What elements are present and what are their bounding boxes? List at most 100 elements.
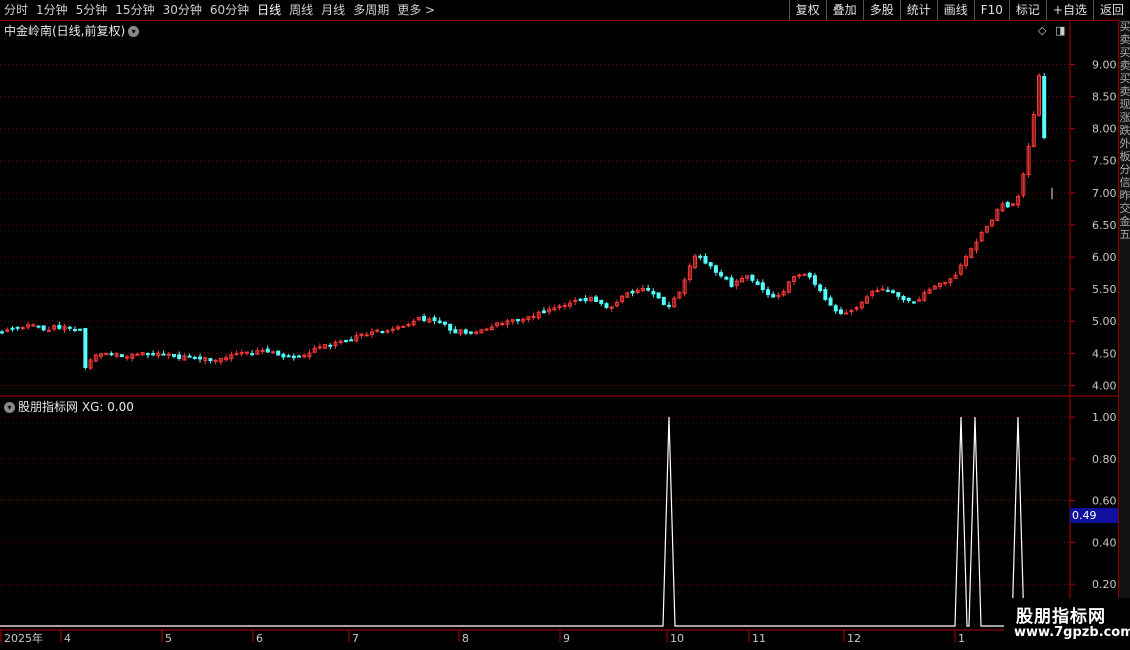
- cursor-value-badge: 0.49: [1070, 508, 1118, 523]
- candle-body: [812, 275, 817, 285]
- candle-body: [401, 325, 406, 328]
- candle-body: [291, 355, 296, 359]
- panel-toggle-icon[interactable]: ◨: [1055, 24, 1065, 37]
- price-tick-label: 6.50: [1092, 219, 1117, 232]
- indicator-name: 股朋指标网: [18, 400, 79, 414]
- candle-body: [901, 295, 906, 301]
- side-panel-char: 交: [1119, 202, 1130, 215]
- candle-body: [760, 282, 765, 291]
- candle-body: [177, 354, 182, 359]
- candle-body: [244, 351, 249, 354]
- candle-body: [828, 297, 833, 306]
- diamond-icon[interactable]: ◇: [1038, 24, 1046, 37]
- candle-body: [119, 354, 124, 358]
- candle-body: [1042, 76, 1047, 139]
- candle-body: [1005, 202, 1010, 208]
- candle-body: [849, 310, 854, 313]
- side-panel-tab[interactable]: 买卖买卖买卖现涨跌外板分信昨交金五: [1118, 20, 1130, 650]
- candle-body: [703, 256, 708, 264]
- candle-body: [755, 281, 760, 285]
- candle-body: [818, 284, 823, 292]
- side-panel-char: 现: [1119, 98, 1130, 111]
- watermark-title: 股朋指标网: [1016, 607, 1106, 627]
- candle-body: [375, 329, 380, 332]
- indicator-tick-label: 0.20: [1092, 578, 1117, 591]
- candle-body: [31, 324, 36, 327]
- candle-body: [766, 289, 771, 296]
- candle-body: [713, 265, 718, 273]
- candle-body: [0, 331, 4, 334]
- candle-body: [599, 299, 604, 304]
- xg-indicator-line: [0, 416, 1070, 627]
- side-panel-char: 买: [1119, 20, 1130, 33]
- price-tick-label: 7.00: [1092, 187, 1117, 200]
- candle-body: [72, 328, 77, 331]
- price-tick-label: 5.50: [1092, 283, 1117, 296]
- watermark-url: www.7gpzb.com: [1014, 625, 1130, 640]
- candle-body: [41, 325, 46, 331]
- candle-body: [823, 289, 828, 300]
- candle-body: [57, 324, 62, 329]
- candle-body: [260, 349, 265, 352]
- date-tick-label: 8: [462, 632, 469, 645]
- candle-body: [656, 292, 661, 299]
- candle-body: [729, 277, 734, 287]
- candle-body: [437, 320, 442, 324]
- candle-body: [432, 317, 437, 322]
- kline-chart[interactable]: 9.00 8.50 8.00 7.50 7.00 6.50 6.00 5.50 5.00 4.50…: [0, 0, 1118, 650]
- candle-body: [187, 355, 192, 358]
- candle-body: [833, 305, 838, 312]
- candle-body: [234, 353, 239, 356]
- side-panel-char: 涨: [1119, 111, 1130, 124]
- price-tick-label: 8.00: [1092, 123, 1117, 136]
- candle-body: [171, 354, 176, 357]
- candle-body: [583, 297, 588, 302]
- candle-body: [468, 331, 473, 334]
- candle-body: [135, 353, 140, 356]
- indicator-value: XG: 0.00: [81, 400, 134, 414]
- candle-body: [802, 273, 807, 276]
- price-tick-label: 7.50: [1092, 155, 1117, 168]
- candle-body: [484, 328, 489, 331]
- candle-body: [109, 353, 114, 356]
- chevron-down-icon[interactable]: ▾: [4, 402, 15, 413]
- candle-body: [515, 318, 520, 322]
- candle-body: [630, 290, 635, 294]
- candle-body: [192, 357, 197, 360]
- candle-body: [198, 356, 203, 360]
- candle-body: [880, 288, 885, 291]
- date-tick-label: 7: [352, 632, 359, 645]
- side-panel-char: 卖: [1119, 59, 1130, 72]
- candle-body: [145, 353, 150, 356]
- candle-body: [343, 339, 348, 342]
- candle-body: [453, 329, 458, 334]
- chevron-down-icon[interactable]: ▾: [128, 26, 140, 37]
- candle-body: [838, 309, 843, 314]
- candle-body: [448, 323, 453, 331]
- side-panel-char: 分: [1119, 163, 1130, 176]
- indicator-tick-label: 0.40: [1092, 536, 1117, 549]
- date-tick-label: 11: [752, 632, 766, 645]
- stock-title: 中金岭南(日线,前复权): [4, 24, 126, 38]
- side-panel-char: 卖: [1119, 33, 1130, 46]
- side-panel-char: 买: [1119, 46, 1130, 59]
- candle-body: [213, 359, 218, 362]
- date-tick-label: 6: [256, 632, 263, 645]
- price-tick-label: 6.00: [1092, 251, 1117, 264]
- candle-body: [46, 329, 51, 332]
- candle-body: [442, 321, 447, 325]
- candle-body: [270, 351, 275, 354]
- candle-body: [422, 315, 427, 321]
- date-tick-label: 10: [670, 632, 684, 645]
- candle-body: [891, 290, 896, 294]
- candle-body: [906, 297, 911, 301]
- candle-body: [328, 344, 333, 347]
- candle-body: [896, 292, 901, 297]
- candle-body: [208, 358, 213, 362]
- candle-body: [10, 327, 15, 330]
- candle-body: [578, 298, 583, 301]
- candle-body: [724, 276, 729, 280]
- side-panel-char: 外: [1119, 137, 1130, 150]
- side-panel-char: 卖: [1119, 85, 1130, 98]
- candle-body: [281, 353, 286, 358]
